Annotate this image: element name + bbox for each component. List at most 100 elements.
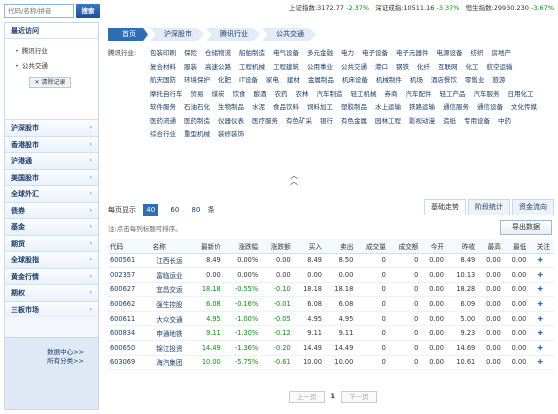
stock-name[interactable]: 海汽集团: [150, 355, 193, 371]
page-size-60[interactable]: 60: [170, 204, 179, 216]
add-watch-icon[interactable]: ✚: [530, 282, 554, 298]
industry-item[interactable]: 通信服务: [443, 101, 469, 115]
sidebar-item[interactable]: 全球股指 ›: [5, 251, 98, 268]
industry-item[interactable]: 铁路运输: [409, 101, 435, 115]
table-row[interactable]: 600650 锦江投资 14.49 -1.36% -0.20 14.49 14.49 0 0 0.…: [108, 340, 554, 356]
industry-item[interactable]: 有色金属: [341, 115, 367, 129]
industry-item[interactable]: 建材: [287, 74, 300, 88]
add-watch-icon[interactable]: ✚: [530, 325, 554, 342]
industry-item[interactable]: 机械制件: [376, 74, 402, 88]
column-header[interactable]: 最高: [479, 239, 505, 254]
data-center-link[interactable]: 数据中心>>: [5, 348, 84, 357]
column-header[interactable]: 成交额: [389, 239, 423, 254]
industry-item[interactable]: 有色矿采: [286, 115, 312, 129]
column-header[interactable]: 卖出: [325, 239, 358, 254]
industry-item[interactable]: 轻工机械: [351, 88, 377, 102]
column-header[interactable]: 名称: [150, 239, 193, 254]
industry-item[interactable]: 船舶制造: [239, 47, 265, 61]
sidebar-item[interactable]: 期货 ›: [5, 234, 98, 251]
industry-item[interactable]: 酒店餐饮: [431, 74, 457, 88]
industry-item[interactable]: 旅游: [492, 74, 505, 88]
industry-item[interactable]: 中药: [498, 115, 511, 129]
stock-name[interactable]: 强生控股: [150, 296, 193, 312]
stock-code[interactable]: 600561: [108, 253, 151, 269]
industry-item[interactable]: 化工: [466, 61, 479, 75]
industry-item[interactable]: 银行: [320, 115, 333, 129]
clear-history-button[interactable]: ✕ 清除记录: [29, 77, 71, 88]
industry-item[interactable]: 零售业: [465, 74, 485, 88]
table-row[interactable]: 600561 江西长运 8.49 0.00% 0.00 8.49 8.50 0 0 0.00 8.4…: [108, 253, 554, 269]
industry-item[interactable]: 贸易: [191, 88, 204, 102]
industry-item[interactable]: 电源设备: [437, 47, 463, 61]
industry-item[interactable]: 造纸: [443, 115, 456, 129]
table-row[interactable]: 600627 宜昌交运 18.18 -0.55% -0.10 18.18 18.18 0 0 0.…: [108, 282, 554, 298]
industry-item[interactable]: 钢铁: [396, 61, 409, 75]
breadcrumb-current[interactable]: 公共交通: [262, 28, 316, 41]
industry-item[interactable]: 综合行业: [150, 128, 176, 142]
stock-name[interactable]: 申通地铁: [150, 325, 193, 342]
industry-item[interactable]: 农林: [296, 88, 309, 102]
industry-item[interactable]: 高速公路: [205, 61, 231, 75]
industry-item[interactable]: 环境保护: [184, 74, 210, 88]
industry-item[interactable]: 化肥: [218, 74, 231, 88]
industry-item[interactable]: 通信设备: [477, 101, 503, 115]
add-watch-icon[interactable]: ✚: [530, 267, 554, 283]
sidebar-item[interactable]: 黄金行情 ›: [5, 267, 98, 284]
industry-item[interactable]: 水上运输: [375, 101, 401, 115]
next-page-button[interactable]: 下一页: [341, 391, 377, 403]
table-row[interactable]: 002357 富临运业 0.00 0.00% 0.00 0.00 0.00 0 0 0.00 10.…: [108, 267, 554, 283]
stock-code[interactable]: 600650: [108, 340, 151, 356]
quote-hsi[interactable]: 恒生指数:29930.230 -3.67%: [466, 2, 554, 12]
industry-item[interactable]: 多元金融: [307, 47, 333, 61]
all-categories-link[interactable]: 所有分类>>: [5, 357, 84, 366]
industry-item[interactable]: IT设备: [239, 74, 258, 88]
table-row[interactable]: 600662 强生控股 6.08 -0.16% -0.01 6.08 6.08 0 0 0.00 6…: [108, 296, 554, 312]
column-header[interactable]: 最低: [504, 239, 531, 254]
sidebar-item[interactable]: 香港股市 ›: [5, 135, 98, 152]
industry-item[interactable]: 生物制品: [218, 101, 244, 115]
stock-code[interactable]: 600627: [108, 282, 151, 298]
industry-item[interactable]: 工程机械: [239, 61, 265, 75]
industry-item[interactable]: 装修装饰: [218, 128, 244, 142]
industry-item[interactable]: 公用事业: [307, 61, 333, 75]
industry-item[interactable]: 重型机械: [184, 128, 210, 142]
stock-code[interactable]: 002357: [108, 267, 151, 283]
stock-name[interactable]: 大众交通: [150, 311, 193, 327]
search-button[interactable]: 搜索: [76, 4, 100, 18]
column-header[interactable]: 昨收: [447, 239, 480, 254]
industry-item[interactable]: 日用化工: [508, 88, 534, 102]
column-header[interactable]: 最新价: [192, 239, 225, 254]
add-watch-icon[interactable]: ✚: [530, 340, 554, 356]
sidebar-item[interactable]: 期权 ›: [5, 284, 98, 301]
industry-item[interactable]: 工程建筑: [273, 61, 299, 75]
quote-sh[interactable]: 上证指数:3172.77 -2.37%: [289, 2, 369, 12]
add-watch-icon[interactable]: ✚: [530, 253, 554, 269]
industry-item[interactable]: 塑胶制品: [341, 101, 367, 115]
stock-code[interactable]: 600611: [108, 311, 151, 327]
industry-item[interactable]: 专用设备: [464, 115, 490, 129]
industry-item[interactable]: 影视动漫: [409, 115, 435, 129]
industry-item[interactable]: 汽车配件: [406, 88, 432, 102]
stock-name[interactable]: 江西长运: [150, 253, 193, 269]
industry-item[interactable]: 饮食: [233, 88, 246, 102]
industry-item[interactable]: 医药制造: [184, 115, 210, 129]
export-button[interactable]: 导出数据: [500, 220, 552, 235]
column-header[interactable]: 代码: [108, 239, 151, 254]
industry-item[interactable]: 摩托自行车: [150, 88, 183, 102]
industry-item[interactable]: 医药流通: [150, 115, 176, 129]
column-header[interactable]: 成交量: [357, 239, 390, 254]
industry-item[interactable]: 纺织: [471, 47, 484, 61]
industry-item[interactable]: 券商: [385, 88, 398, 102]
stock-code[interactable]: 600834: [108, 325, 151, 342]
industry-item[interactable]: 电力: [341, 47, 354, 61]
collapse-chevron-up-icon[interactable]: ︿ ︿: [287, 172, 301, 186]
table-row[interactable]: 603069 海汽集团 10.00 -5.75% -0.61 10.00 10.00 0 0 0.…: [108, 355, 554, 371]
industry-item[interactable]: 煤炭: [212, 88, 225, 102]
industry-item[interactable]: 机场: [410, 74, 423, 88]
recent-item[interactable]: 腾讯行业: [15, 45, 98, 60]
industry-item[interactable]: 房地产: [492, 47, 512, 61]
industry-item[interactable]: 农药: [275, 88, 288, 102]
industry-item[interactable]: 电子元器件: [396, 47, 429, 61]
breadcrumb-item[interactable]: 腾讯行业: [206, 28, 260, 41]
stock-code[interactable]: 603069: [108, 355, 151, 371]
